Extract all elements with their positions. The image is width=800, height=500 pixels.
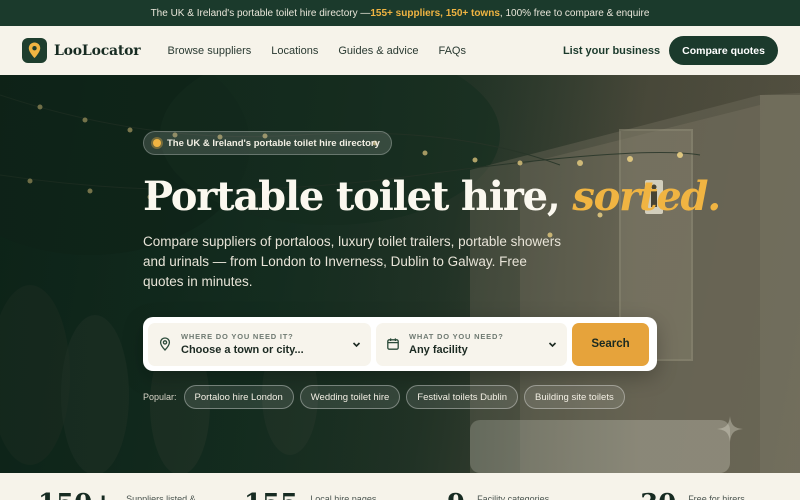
chevron-down-icon — [548, 341, 557, 347]
hero-section: The UK & Ireland's portable toilet hire … — [0, 75, 800, 473]
header-actions: List your business Compare quotes — [563, 36, 778, 65]
status-dot-icon — [153, 139, 161, 147]
nav-browse-suppliers[interactable]: Browse suppliers — [167, 45, 251, 57]
announcement-bar: The UK & Ireland's portable toilet hire … — [0, 0, 800, 26]
popular-chip-building-site[interactable]: Building site toilets — [524, 385, 625, 409]
headline-accent: sorted. — [572, 173, 721, 220]
stat-text: Free for hirers — [688, 494, 745, 500]
facility-select[interactable]: WHAT DO YOU NEED? Any facility — [376, 322, 567, 366]
main-nav: Browse suppliers Locations Guides & advi… — [167, 45, 465, 57]
facility-value: Any facility — [409, 344, 468, 356]
stat-number: 155 — [244, 491, 298, 500]
search-button[interactable]: Search — [572, 322, 649, 366]
stats-strip: 150+ Suppliers listed & 155 Local hire p… — [0, 473, 800, 500]
site-header: LooLocator Browse suppliers Locations Gu… — [0, 26, 800, 75]
location-labels: WHERE DO YOU NEED IT? Choose a town or c… — [181, 332, 352, 356]
location-select[interactable]: WHERE DO YOU NEED IT? Choose a town or c… — [148, 322, 371, 366]
popular-chip-festival-dublin[interactable]: Festival toilets Dublin — [406, 385, 519, 409]
calendar-icon — [387, 338, 399, 350]
stat-text: Suppliers listed & — [126, 494, 196, 500]
nav-locations[interactable]: Locations — [271, 45, 318, 57]
stat-free: 30 Free for hirers — [640, 491, 745, 500]
stat-text: Facility categories — [477, 494, 550, 500]
popular-label: Popular: — [143, 392, 177, 402]
headline-main: Portable toilet hire, — [143, 173, 573, 220]
location-label: WHERE DO YOU NEED IT? — [181, 332, 294, 341]
logo-text: LooLocator — [54, 42, 141, 59]
compare-quotes-button[interactable]: Compare quotes — [669, 36, 778, 65]
announcement-highlight: 155+ suppliers, 150+ towns — [370, 7, 500, 19]
facility-labels: WHAT DO YOU NEED? Any facility — [409, 332, 548, 356]
search-form: WHERE DO YOU NEED IT? Choose a town or c… — [143, 317, 657, 371]
hero-pill-badge: The UK & Ireland's portable toilet hire … — [143, 131, 392, 155]
list-business-link[interactable]: List your business — [563, 45, 660, 57]
facility-label: WHAT DO YOU NEED? — [409, 332, 504, 341]
nav-faqs[interactable]: FAQs — [438, 45, 466, 57]
hero-pill-text: The UK & Ireland's portable toilet hire … — [167, 137, 380, 149]
location-value: Choose a town or city... — [181, 344, 304, 356]
logo[interactable]: LooLocator — [22, 38, 141, 63]
stat-number: 9 — [447, 491, 465, 500]
nav-guides-advice[interactable]: Guides & advice — [338, 45, 418, 57]
stat-suppliers: 150+ Suppliers listed & — [38, 491, 196, 500]
stat-local-pages: 155 Local hire pages — [244, 491, 376, 500]
popular-chip-portaloo-london[interactable]: Portaloo hire London — [183, 385, 294, 409]
stat-number: 150+ — [38, 491, 114, 500]
chevron-down-icon — [352, 341, 361, 347]
announcement-prefix: The UK & Ireland's portable toilet hire … — [150, 7, 371, 19]
announcement-suffix: , 100% free to compare & enquire — [499, 7, 650, 19]
map-pin-icon — [159, 337, 171, 351]
popular-chip-wedding[interactable]: Wedding toilet hire — [299, 385, 401, 409]
hero-headline: Portable toilet hire, sorted. — [143, 173, 721, 220]
popular-searches: Popular: Portaloo hire London Wedding to… — [143, 385, 625, 409]
map-pin-icon — [22, 38, 47, 63]
stat-categories: 9 Facility categories — [447, 491, 549, 500]
sparkle-icon — [717, 416, 743, 442]
stat-text: Local hire pages — [310, 494, 377, 500]
stat-number: 30 — [640, 491, 676, 500]
hero-subtitle: Compare suppliers of portaloos, luxury t… — [143, 234, 561, 289]
